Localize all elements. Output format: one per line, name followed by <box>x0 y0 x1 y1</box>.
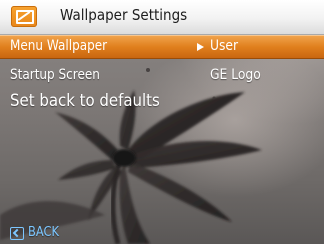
page-title: Wallpaper Settings <box>60 6 188 24</box>
menu-item-value: GE Logo <box>210 67 261 83</box>
back-label: BACK <box>28 225 59 240</box>
menu-item-value: User <box>210 38 239 54</box>
menu-item-label: Set back to defaults <box>10 91 160 111</box>
title-bar: Wallpaper Settings <box>0 0 324 35</box>
menu-item-set-back-to-defaults[interactable]: Set back to defaults <box>0 89 324 113</box>
menu-item-label: Startup Screen <box>10 67 100 83</box>
menu-item-menu-wallpaper[interactable]: Menu Wallpaper User <box>0 35 324 59</box>
camera-screen: Wallpaper Settings Menu Wallpaper User S… <box>0 0 324 244</box>
option-arrow-icon[interactable] <box>197 43 204 51</box>
menu-item-startup-screen[interactable]: Startup Screen GE Logo <box>0 64 324 88</box>
wallpaper-settings-icon <box>11 6 37 27</box>
menu-item-label: Menu Wallpaper <box>10 38 108 54</box>
back-arrow-icon <box>10 227 24 240</box>
